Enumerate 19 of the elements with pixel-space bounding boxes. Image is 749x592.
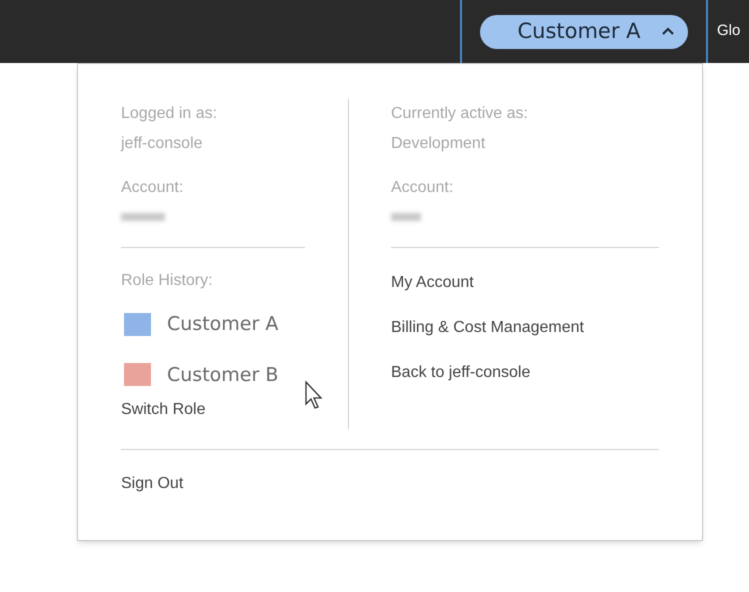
role-item[interactable]: Customer B [124, 360, 348, 389]
active-role-name: Development [391, 134, 486, 154]
field-label: Logged in as: [121, 104, 218, 124]
menu-link[interactable]: Billing & Cost Management [391, 313, 659, 343]
field-label: Account: [391, 178, 454, 198]
blurred-mark [121, 213, 165, 221]
role-button[interactable]: Customer A [480, 14, 688, 48]
nav-item[interactable]: Glo [708, 0, 749, 63]
sign-out-link[interactable]: Sign Out [121, 469, 184, 499]
menu-link[interactable]: My Account [391, 268, 659, 298]
menu-link[interactable]: Back to jeff-console [391, 358, 659, 388]
blurred-mark [391, 213, 421, 221]
field-label: Currently active as: [391, 104, 529, 124]
caret-up-icon [660, 27, 675, 36]
switch-role-link[interactable]: Switch Role [121, 395, 304, 425]
role-item[interactable]: Customer A [124, 310, 348, 338]
field-label: Account: [121, 178, 184, 198]
user-name: jeff-console [121, 134, 204, 154]
section-label: Role History: [121, 271, 214, 291]
